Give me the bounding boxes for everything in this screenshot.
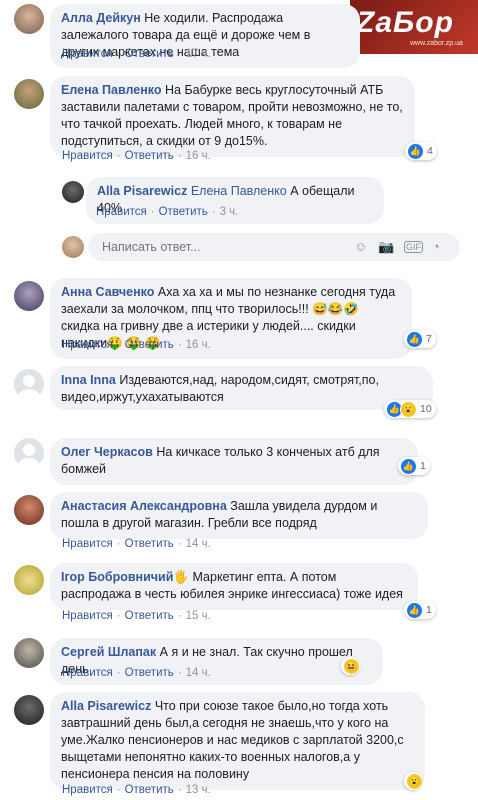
reaction-count: 7 [426,333,432,345]
reply-link[interactable]: Ответить [125,610,174,622]
like-reaction-icon: 👍 [406,330,423,348]
watermark-url: www.zabor.zp.ua [410,40,463,47]
comment-actions: Нравится · Ответить · 16 ч. [62,150,211,162]
avatar[interactable] [14,565,44,595]
comment-actions: Нравится · Ответить · 14 ч. [62,667,211,679]
watermark-logo-text: ZaБор [356,6,454,39]
comment-time[interactable]: 13 ч. [186,784,211,796]
like-link[interactable]: Нравится [62,784,113,796]
comment-author[interactable]: Alla Pisarewicz [61,699,151,713]
comment-author[interactable]: Сергей Шлапак [61,645,156,659]
comment-bubble: Inna Inna Издеваются,над, народом,сидят,… [50,366,433,410]
reaction-summary[interactable]: 👍 7 [404,330,436,348]
comment-bubble: Анастасия Александровна Зашла увидела ду… [50,492,428,539]
reply-input-box[interactable]: ☺ 📷 GIF ◔ [88,233,460,261]
comment-actions: Нравится · Ответить · 17 ч. [62,48,211,60]
avatar[interactable] [62,181,84,203]
comment-author[interactable]: Анна Савченко [61,285,154,299]
comment-actions: Нравится · Ответить · 15 ч. [62,610,211,622]
reaction-summary[interactable]: 😆 [341,657,360,675]
avatar[interactable] [14,695,44,725]
comment-actions: Нравится · Ответить · 14 ч. [62,538,211,550]
avatar[interactable] [14,369,44,399]
haha-reaction-icon: 😆 [343,657,360,675]
reaction-count: 4 [427,145,433,157]
default-user-icon [18,444,40,468]
like-link[interactable]: Нравится [62,538,113,550]
reaction-count: 1 [420,460,426,472]
avatar[interactable] [14,638,44,668]
comment-time[interactable]: 16 ч. [186,339,211,351]
avatar[interactable] [14,4,44,34]
comment-author[interactable]: Елена Павленко [61,83,162,97]
like-reaction-icon: 👍 [407,142,424,160]
comment-time[interactable]: 17 ч. [186,48,211,60]
reaction-summary[interactable]: 👍 4 [405,142,437,160]
comment-author[interactable]: Олег Черкасов [61,445,153,459]
reply-link[interactable]: Ответить [159,206,208,218]
gif-icon[interactable]: GIF [404,241,423,253]
comment-author[interactable]: Анастасия Александровна [61,499,227,513]
avatar[interactable] [14,79,44,109]
comment-actions: Нравится · Ответить · 13 ч. [62,784,211,796]
comment-actions: Нравится · Ответить · 3 ч. [96,206,239,218]
reply-link[interactable]: Ответить [125,150,174,162]
comment-author[interactable]: Alla Pisarewicz [97,184,187,198]
reaction-count: 1 [426,604,432,616]
avatar[interactable] [14,281,44,311]
comment-bubble: Alla Pisarewicz Что при союзе такое было… [50,692,425,790]
comment-time[interactable]: 16 ч. [186,150,211,162]
comment-bubble: Олег Черкасов На кичкасе только 3 кончен… [50,438,418,485]
like-reaction-icon: 👍 [400,457,417,475]
reply-link[interactable]: Ответить [125,339,174,351]
default-user-icon [18,375,40,399]
reaction-count: 10 [420,403,432,415]
like-link[interactable]: Нравится [62,610,113,622]
like-reaction-icon: 👍 [406,601,423,619]
like-link[interactable]: Нравится [62,48,113,60]
comment-time[interactable]: 15 ч. [186,610,211,622]
wow-reaction-icon: 😮 [406,772,423,790]
comment-author[interactable]: Inna Inna [61,373,116,387]
comment-author[interactable]: Ігор Бобровничий [61,570,173,584]
sticker-icon[interactable]: ◔ [432,239,440,254]
badge-icon: 🖐 [173,570,189,584]
wow-reaction-icon: 😮 [400,400,417,418]
reaction-summary[interactable]: 👍 😮 10 [384,400,436,418]
mention-link[interactable]: Елена Павленко [191,184,287,198]
comment-bubble: Елена Павленко На Бабурке весь круглосут… [50,76,415,157]
reaction-summary[interactable]: 😮 [404,772,423,790]
reply-input[interactable] [100,239,334,255]
reply-link[interactable]: Ответить [125,48,174,60]
reply-link[interactable]: Ответить [125,538,174,550]
like-link[interactable]: Нравится [62,667,113,679]
comment-actions: Нравится · Ответить · 16 ч. [62,339,211,351]
avatar[interactable] [14,495,44,525]
reply-link[interactable]: Ответить [125,784,174,796]
watermark-logo: ZaБор www.zabor.zp.ua [350,0,478,54]
comment-author[interactable]: Алла Дейкун [61,11,141,25]
comment-time[interactable]: 3 ч. [220,206,239,218]
avatar[interactable] [14,438,44,468]
emoji-icon[interactable]: ☺ [354,239,367,254]
comment-bubble: Ігор Бобровничий🖐 Маркетинг епта. А пото… [50,563,418,610]
avatar [62,236,84,258]
reaction-summary[interactable]: 👍 1 [404,601,436,619]
camera-icon[interactable]: 📷 [378,239,394,255]
like-link[interactable]: Нравится [96,206,147,218]
reaction-summary[interactable]: 👍 1 [398,457,430,475]
like-link[interactable]: Нравится [62,150,113,162]
reply-link[interactable]: Ответить [125,667,174,679]
like-link[interactable]: Нравится [62,339,113,351]
comment-time[interactable]: 14 ч. [186,538,211,550]
comment-time[interactable]: 14 ч. [186,667,211,679]
